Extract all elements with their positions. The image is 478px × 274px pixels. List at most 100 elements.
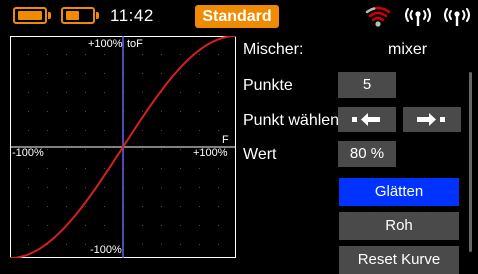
grid-dot xyxy=(142,73,143,74)
grid-dot xyxy=(180,187,181,188)
grid-dot xyxy=(28,92,29,93)
curve-graph[interactable]: +100% toF -100% +100% F -100% xyxy=(10,36,236,258)
previous-point-button[interactable] xyxy=(338,107,396,132)
points-label: Punkte xyxy=(243,77,293,94)
grid-dot xyxy=(161,149,162,150)
grid-dot xyxy=(199,225,200,226)
grid-dot xyxy=(66,187,67,188)
grid-dot xyxy=(104,206,105,207)
points-field[interactable]: 5 xyxy=(338,72,396,98)
grid-dot xyxy=(180,54,181,55)
grid-dot xyxy=(28,244,29,245)
grid-dot xyxy=(142,168,143,169)
grid-dot xyxy=(85,92,86,93)
arrow-right-icon xyxy=(417,113,445,126)
grid-dot xyxy=(218,168,219,169)
grid-dot xyxy=(28,73,29,74)
grid-dot xyxy=(161,187,162,188)
grid-dot xyxy=(218,244,219,245)
grid-dot xyxy=(180,130,181,131)
next-point-button[interactable] xyxy=(403,107,461,132)
grid-dot xyxy=(142,111,143,112)
grid-dot xyxy=(104,187,105,188)
grid-dot xyxy=(161,130,162,131)
grid-dot xyxy=(142,130,143,131)
grid-dot xyxy=(218,187,219,188)
grid-dot xyxy=(142,225,143,226)
grid-dot xyxy=(85,111,86,112)
status-bar: 11:42 Standard xyxy=(0,0,478,32)
grid-dot xyxy=(104,111,105,112)
value-field[interactable]: 80 % xyxy=(338,141,396,167)
grid-dot xyxy=(66,206,67,207)
grid-dot xyxy=(28,225,29,226)
battery-icon xyxy=(13,7,51,24)
grid-dot xyxy=(199,244,200,245)
mixer-value: mixer xyxy=(388,41,428,58)
scrollbar[interactable] xyxy=(469,72,472,252)
grid-dot xyxy=(28,130,29,131)
axis-marker-f: F xyxy=(222,134,229,146)
reset-curve-button[interactable]: Reset Kurve xyxy=(339,246,459,274)
grid-dot xyxy=(142,187,143,188)
grid-dot xyxy=(47,54,48,55)
grid-dot xyxy=(47,130,48,131)
grid-dot xyxy=(66,54,67,55)
battery-icon xyxy=(61,7,99,24)
grid-dot xyxy=(180,168,181,169)
axis-label-left: -100% xyxy=(12,147,44,159)
grid-dot xyxy=(199,111,200,112)
grid-dot xyxy=(180,206,181,207)
grid-dot xyxy=(47,111,48,112)
grid-dot xyxy=(85,130,86,131)
grid-dot xyxy=(47,73,48,74)
grid-dot xyxy=(180,149,181,150)
arrow-left-icon xyxy=(352,113,380,126)
grid-dot xyxy=(180,92,181,93)
grid-dot xyxy=(85,168,86,169)
raw-button[interactable]: Roh xyxy=(339,212,459,240)
smooth-button[interactable]: Glätten xyxy=(339,178,459,206)
grid-dot xyxy=(104,73,105,74)
grid-dot xyxy=(85,244,86,245)
grid-dot xyxy=(47,168,48,169)
grid-dot xyxy=(104,92,105,93)
axis-label-top: +100% xyxy=(88,38,123,50)
grid-dot xyxy=(180,111,181,112)
grid-dot xyxy=(199,73,200,74)
grid-dot xyxy=(85,54,86,55)
grid-dot xyxy=(104,54,105,55)
grid-dot xyxy=(199,187,200,188)
grid-dot xyxy=(218,92,219,93)
value-label: Wert xyxy=(243,146,277,163)
grid-dot xyxy=(161,244,162,245)
grid-dot xyxy=(28,206,29,207)
grid-dot xyxy=(161,168,162,169)
clock: 11:42 xyxy=(110,6,154,25)
grid-dot xyxy=(142,149,143,150)
axis-label-right: +100% xyxy=(193,147,228,159)
grid-dot xyxy=(180,244,181,245)
axis-label-tof: toF xyxy=(127,38,143,50)
grid-dot xyxy=(218,130,219,131)
grid-dot xyxy=(66,149,67,150)
grid-dot xyxy=(85,73,86,74)
grid-dot xyxy=(47,206,48,207)
grid-dot xyxy=(199,168,200,169)
grid-dot xyxy=(218,54,219,55)
grid-dot xyxy=(161,111,162,112)
grid-dot xyxy=(47,149,48,150)
grid-dot xyxy=(104,130,105,131)
antenna-icon xyxy=(405,8,431,26)
grid-dot xyxy=(142,54,143,55)
grid-dot xyxy=(104,168,105,169)
grid-dot xyxy=(104,149,105,150)
grid-dot xyxy=(218,73,219,74)
grid-dot xyxy=(180,225,181,226)
axis-label-bottom: -100% xyxy=(90,244,122,256)
grid-dot xyxy=(85,149,86,150)
model-name-badge[interactable]: Standard xyxy=(195,5,279,28)
grid-dot xyxy=(85,206,86,207)
grid-dot xyxy=(199,54,200,55)
grid-dot xyxy=(66,92,67,93)
